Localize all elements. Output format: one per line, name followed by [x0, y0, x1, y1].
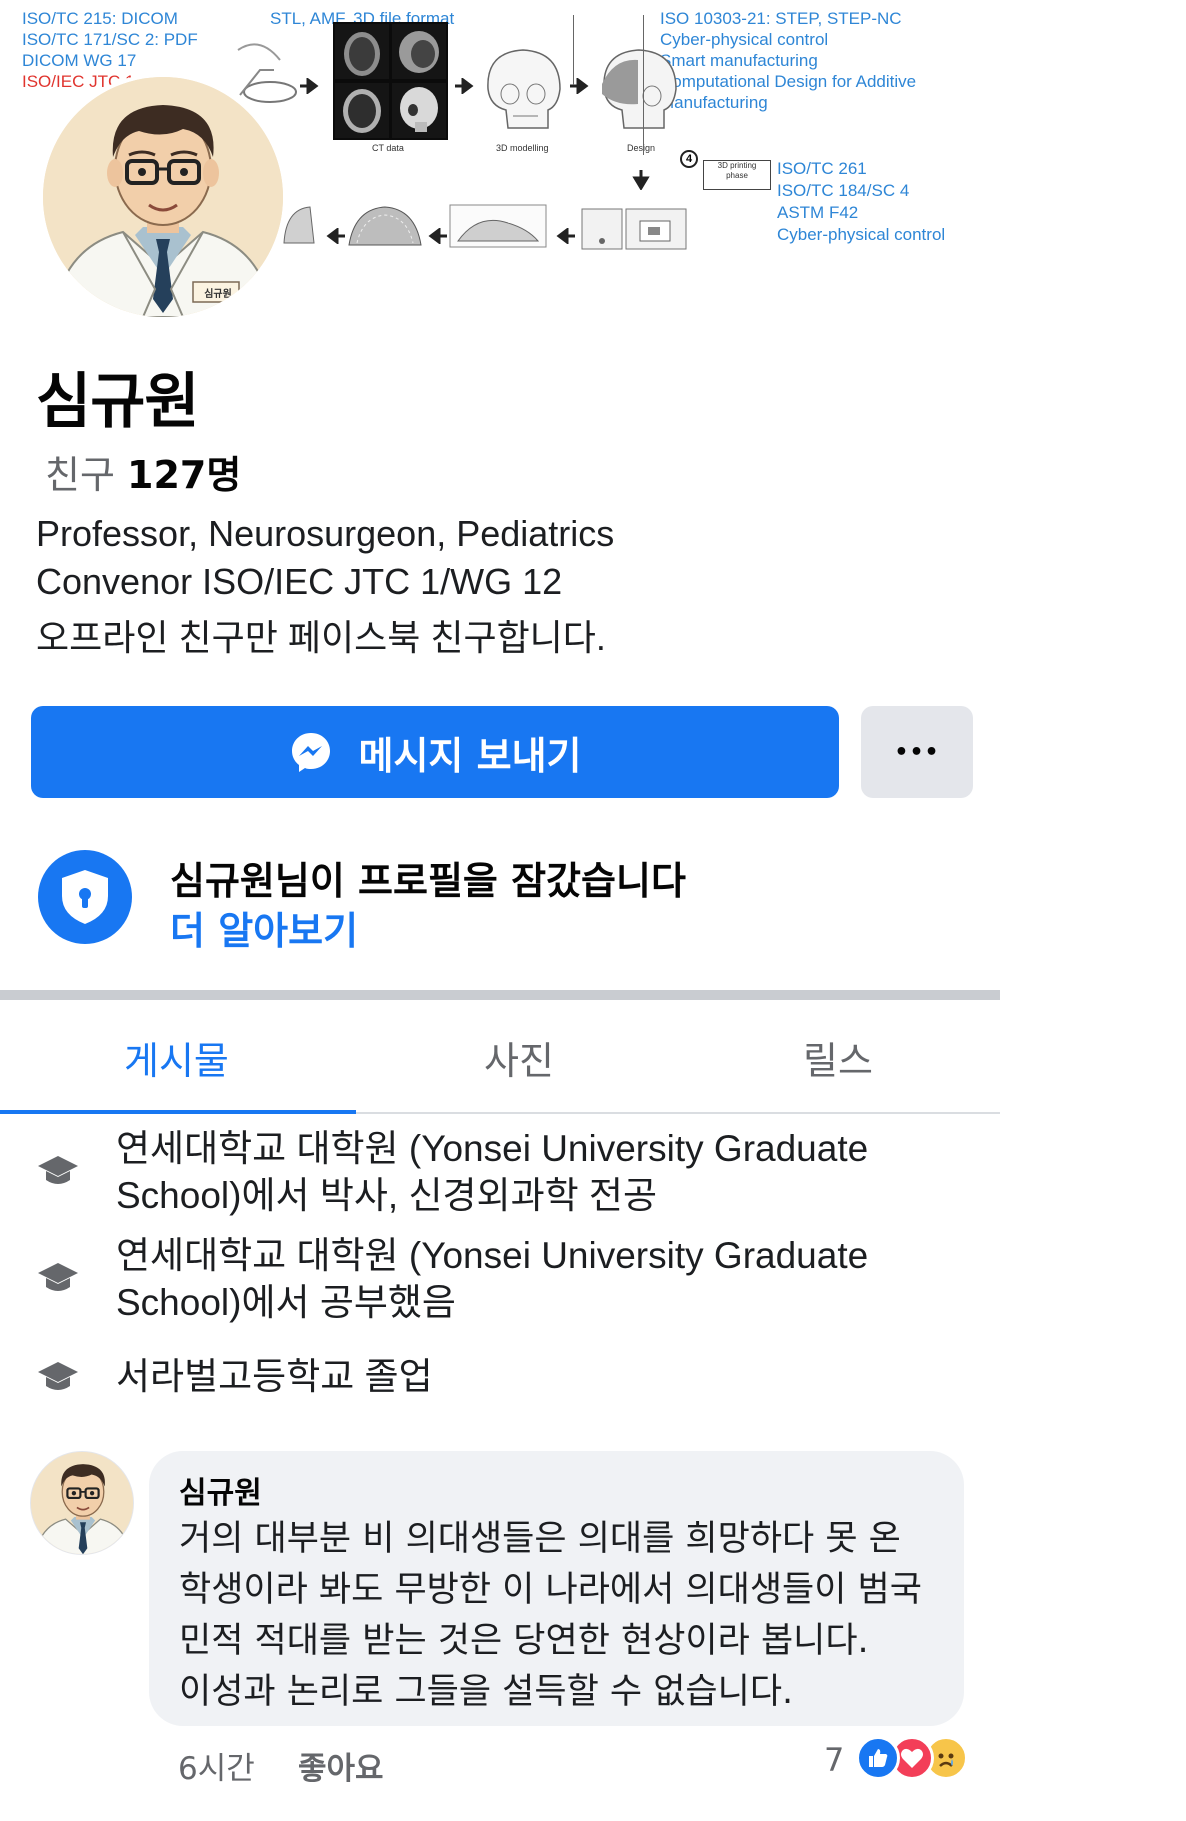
education-line: 연세대학교 대학원 (Yonsei University Graduate: [116, 1128, 869, 1169]
arrow-left-icon: [556, 228, 575, 244]
cover-label: Cyber-physical control: [660, 30, 829, 49]
doctor-cartoon-image: [31, 1452, 133, 1554]
friends-label: 친구: [45, 453, 115, 497]
profile-avatar[interactable]: 심규원: [39, 73, 287, 321]
comment-author[interactable]: 심규원: [179, 1468, 262, 1512]
learn-more-link[interactable]: 더 알아보기: [170, 900, 358, 955]
cover-caption: 3D modelling: [496, 143, 549, 153]
comment-timestamp[interactable]: 6시간: [178, 1743, 255, 1788]
bio-line: 오프라인 친구만 페이스북 친구합니다.: [36, 617, 606, 658]
send-message-label: 메시지 보내기: [358, 733, 582, 778]
arrow-left-icon: [428, 228, 447, 244]
step-number-badge: 4: [680, 150, 698, 168]
comment-like-button[interactable]: 좋아요: [298, 1743, 384, 1788]
like-icon[interactable]: [856, 1736, 900, 1780]
graduation-cap-icon: [38, 1362, 78, 1390]
friends-number: 127명: [127, 453, 242, 497]
cover-caption: CT data: [372, 143, 404, 153]
graduation-cap-icon: [38, 1156, 78, 1184]
cover-label: Cyber-physical control: [777, 225, 946, 244]
arrow-down-icon: [632, 170, 650, 190]
tab-baseline: [356, 1112, 1000, 1114]
bio-line: Professor, Neurosurgeon, Pediatrics: [36, 513, 615, 554]
locked-profile-title: 심규원님이 프로필을 잠갔습니다: [170, 859, 686, 903]
cover-caption: phase: [726, 171, 748, 180]
tab-reels[interactable]: 릴스: [803, 1030, 873, 1085]
cover-caption: 3D printing: [717, 161, 757, 170]
friends-count[interactable]: 친구 127명: [45, 444, 241, 499]
arrow-right-icon: [455, 78, 474, 94]
cover-label: ISO/TC 171/SC 2: PDF: [22, 30, 198, 49]
education-line: School)에서 공부했음: [116, 1282, 456, 1323]
thumbs-up-glyph: [869, 1749, 888, 1767]
ct-scan-grid-image: [333, 22, 448, 140]
bio-line: Convenor ISO/IEC JTC 1/WG 12: [36, 561, 563, 602]
heart-glyph: [901, 1748, 923, 1768]
comment-text-line: 학생이라 봐도 무방한 이 나라에서 의대생들이 범국: [179, 1570, 922, 1610]
diagram-line: [643, 15, 644, 155]
education-line: 연세대학교 대학원 (Yonsei University Graduate: [116, 1235, 869, 1276]
diagram-line: [573, 15, 574, 85]
cover-label: ISO/TC 184/SC 4: [777, 181, 910, 200]
send-message-button[interactable]: 메시지 보내기: [31, 706, 839, 798]
profile-name: 심규원: [36, 367, 200, 437]
cover-caption: Design: [627, 143, 656, 153]
cover-label: ASTM F42: [777, 203, 859, 222]
more-options-button[interactable]: •••: [861, 706, 973, 798]
education-line: 서라벌고등학교 졸업: [116, 1356, 433, 1397]
implant-image: [348, 206, 422, 246]
education-line: School)에서 박사, 신경외과학 전공: [116, 1175, 658, 1216]
3d-printer-image: [581, 208, 687, 250]
cover-fade: [0, 325, 1000, 345]
skull-model-image: [487, 49, 561, 129]
more-dots-icon: •••: [894, 739, 940, 765]
arrow-right-icon: [300, 78, 319, 94]
graduation-cap-icon: [38, 1263, 78, 1291]
cover-label: ISO 10303-21: STEP, STEP-NC: [660, 9, 902, 28]
tab-photos[interactable]: 사진: [484, 1030, 554, 1085]
sad-face-glyph: [938, 1753, 954, 1767]
cover-label: ISO/TC 261: [777, 159, 867, 178]
cover-label: Computational Design for Additive: [660, 72, 917, 91]
doctor-cartoon-image: [43, 77, 283, 317]
education-item[interactable]: 연세대학교 대학원 (Yonsei University Graduate Sc…: [116, 1232, 868, 1326]
comment-text-line: 거의 대부분 비 의대생들은 의대를 희망하다 못 온: [179, 1519, 901, 1559]
education-item[interactable]: 서라벌고등학교 졸업: [116, 1353, 433, 1400]
messenger-icon: [291, 733, 330, 772]
cover-label: DICOM WG 17: [22, 51, 137, 70]
locked-profile-shield-icon: [38, 850, 132, 944]
active-tab-indicator: [0, 1110, 356, 1114]
name-badge-text: 심규원: [204, 289, 232, 300]
comment-avatar[interactable]: [30, 1451, 134, 1555]
education-item[interactable]: 연세대학교 대학원 (Yonsei University Graduate Sc…: [116, 1125, 868, 1219]
shield-lock-icon: [62, 870, 108, 924]
cover-label: ISO/TC 215: DICOM: [22, 9, 178, 28]
printed-part-image: [449, 204, 547, 248]
arrow-left-icon: [326, 228, 345, 244]
comment-text-line: 이성과 논리로 그들을 설득할 수 없습니다.: [179, 1672, 794, 1712]
tab-posts[interactable]: 게시물: [124, 1030, 229, 1085]
printing-phase-box: 3D printing phase: [703, 160, 771, 190]
reaction-count[interactable]: 7: [824, 1741, 844, 1779]
comment-text-line: 민적 적대를 받는 것은 당연한 현상이라 봅니다.: [179, 1621, 869, 1661]
skull-design-image: [602, 49, 677, 129]
section-divider: [0, 990, 1000, 1000]
